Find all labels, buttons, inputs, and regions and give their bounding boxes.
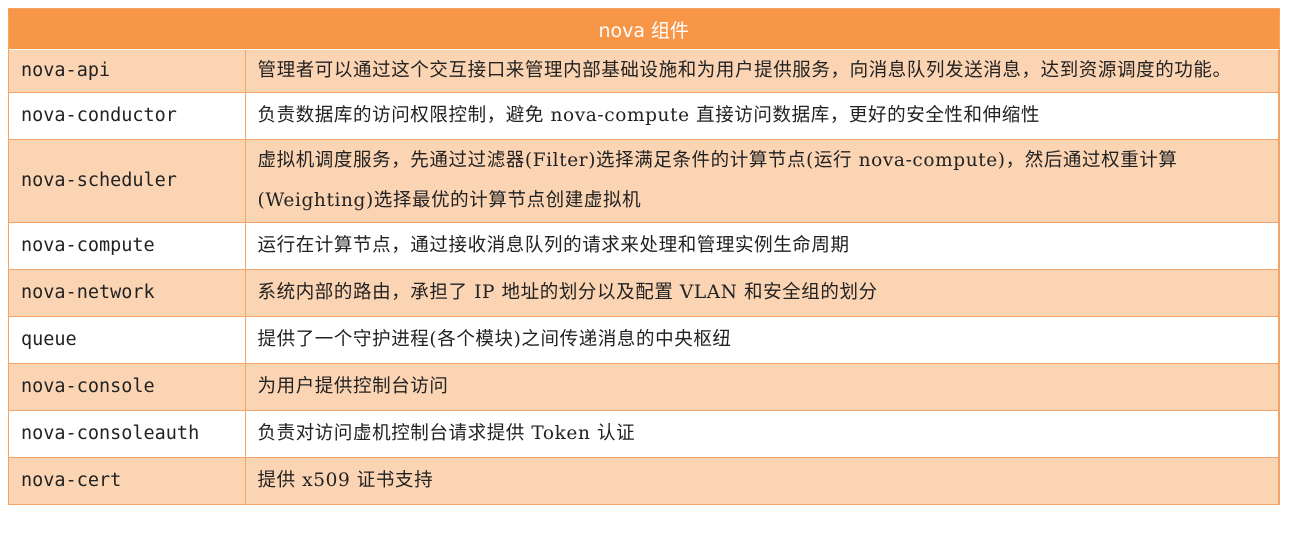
table-row: nova-network 系统内部的路由，承担了 IP 地址的划分以及配置 VL… [9, 269, 1279, 317]
component-name: nova-conductor [9, 92, 246, 140]
component-description: 为用户提供控制台访问 [245, 363, 1279, 411]
component-description: 负责对访问虚机控制台请求提供 Token 认证 [245, 410, 1279, 458]
table-row: nova-console 为用户提供控制台访问 [9, 363, 1279, 411]
table-row: queue 提供了一个守护进程(各个模块)之间传递消息的中央枢纽 [9, 316, 1279, 364]
component-description: 系统内部的路由，承担了 IP 地址的划分以及配置 VLAN 和安全组的划分 [245, 269, 1279, 317]
component-description: 负责数据库的访问权限控制，避免 nova-compute 直接访问数据库，更好的… [245, 92, 1279, 140]
component-name: nova-consoleauth [9, 410, 246, 458]
table-row: nova-conductor 负责数据库的访问权限控制，避免 nova-comp… [9, 92, 1279, 140]
component-name: nova-cert [9, 457, 246, 504]
component-description: 虚拟机调度服务，先通过过滤器(Filter)选择满足条件的计算节点(运行 nov… [245, 139, 1279, 223]
table-title: nova 组件 [9, 9, 1279, 50]
component-name: nova-compute [9, 222, 246, 270]
components-table: nova 组件 nova-api 管理者可以通过这个交互接口来管理内部基础设施和… [9, 9, 1279, 504]
component-name: nova-console [9, 363, 246, 411]
component-name: nova-network [9, 269, 246, 317]
table-row: nova-compute 运行在计算节点，通过接收消息队列的请求来处理和管理实例… [9, 222, 1279, 270]
nova-components-table: nova 组件 nova-api 管理者可以通过这个交互接口来管理内部基础设施和… [8, 8, 1280, 505]
table-row: nova-api 管理者可以通过这个交互接口来管理内部基础设施和为用户提供服务，… [9, 49, 1279, 93]
table-row: nova-consoleauth 负责对访问虚机控制台请求提供 Token 认证 [9, 410, 1279, 458]
component-description: 提供 x509 证书支持 [245, 457, 1279, 504]
component-name: nova-scheduler [9, 139, 246, 223]
component-description: 提供了一个守护进程(各个模块)之间传递消息的中央枢纽 [245, 316, 1279, 364]
component-name: nova-api [9, 49, 246, 93]
component-description: 管理者可以通过这个交互接口来管理内部基础设施和为用户提供服务，向消息队列发送消息… [245, 49, 1279, 93]
component-name: queue [9, 316, 246, 364]
table-row: nova-cert 提供 x509 证书支持 [9, 457, 1279, 504]
component-description: 运行在计算节点，通过接收消息队列的请求来处理和管理实例生命周期 [245, 222, 1279, 270]
table-row: nova-scheduler 虚拟机调度服务，先通过过滤器(Filter)选择满… [9, 139, 1279, 223]
table-header-row: nova 组件 [9, 9, 1279, 50]
